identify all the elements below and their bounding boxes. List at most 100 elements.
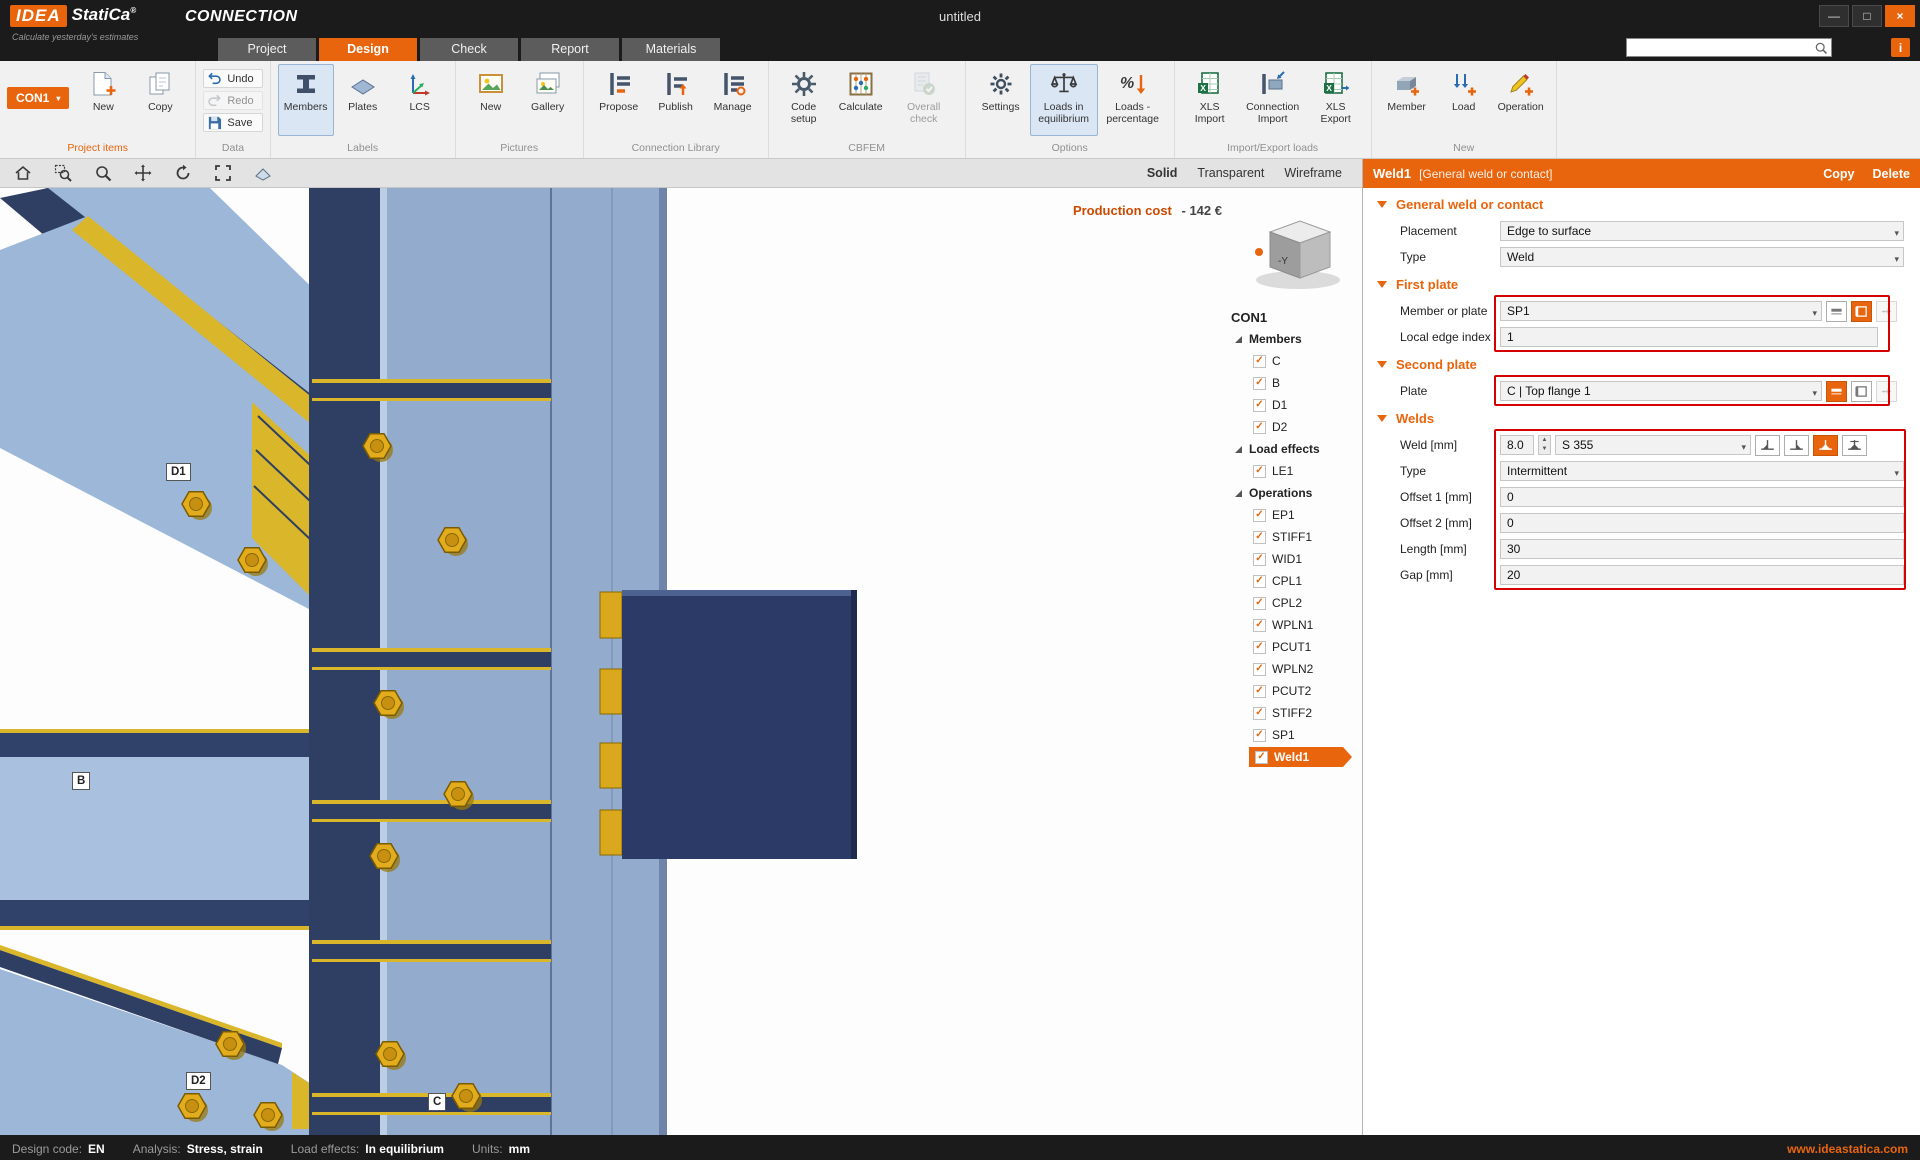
local-edge-index-input[interactable]: 1 [1500,327,1878,347]
tree-item-pcut2[interactable]: PCUT2 [1225,680,1362,702]
weld-both-button[interactable] [1813,435,1838,456]
lcs-button[interactable]: LCS [392,64,448,136]
publish-button[interactable]: Publish [648,64,704,136]
con1-selector[interactable]: CON1▾ [7,87,69,109]
loads-percentage-button[interactable]: %Loads - percentage [1099,64,1167,136]
tree-item-sp1[interactable]: SP1 [1225,724,1362,746]
checkbox-icon[interactable] [1253,399,1266,412]
search-icon[interactable] [1814,41,1828,55]
rotate-icon[interactable] [174,164,192,182]
type-select[interactable]: Intermittent▾ [1500,461,1904,481]
gap-mm-input[interactable]: 20 [1500,565,1904,585]
weld-size-spinner[interactable]: ▲▼ [1538,435,1551,455]
edge-sym-button[interactable] [1851,381,1872,402]
checkbox-icon[interactable] [1253,619,1266,632]
checkbox-icon[interactable] [1253,597,1266,610]
close-button[interactable]: × [1885,5,1915,27]
calculate-button[interactable]: Calculate [833,64,889,136]
checkbox-icon[interactable] [1255,751,1268,764]
loads-in-equilibrium-button[interactable]: Loads in equilibrium [1030,64,1098,136]
type-select[interactable]: Weld▾ [1500,247,1904,267]
info-button[interactable]: i [1891,38,1910,57]
clip-icon[interactable] [254,164,272,182]
tree-item-wid1[interactable]: WID1 [1225,548,1362,570]
weld-right-button[interactable] [1784,435,1809,456]
weld-all-button[interactable] [1842,435,1867,456]
new-button[interactable]: New [75,64,131,136]
checkbox-icon[interactable] [1253,729,1266,742]
section-welds[interactable]: Welds [1363,404,1920,432]
plate-sym-button[interactable] [1826,301,1847,322]
search-input[interactable] [1627,42,1814,54]
tab-report[interactable]: Report [521,38,619,61]
widener-plate[interactable] [600,590,857,859]
member-button[interactable]: Member [1379,64,1435,136]
offset-1-mm-input[interactable]: 0 [1500,487,1904,507]
tree-item-wpln1[interactable]: WPLN1 [1225,614,1362,636]
zoom-window-icon[interactable] [54,164,72,182]
checkbox-icon[interactable] [1253,355,1266,368]
tree-item-cpl1[interactable]: CPL1 [1225,570,1362,592]
section-second-plate[interactable]: Second plate [1363,350,1920,378]
checkbox-icon[interactable] [1253,465,1266,478]
section-general-weld-or-contact[interactable]: General weld or contact [1363,190,1920,218]
home-icon[interactable] [14,164,32,182]
checkbox-icon[interactable] [1253,531,1266,544]
save-button[interactable]: Save [203,113,262,132]
propose-button[interactable]: Propose [591,64,647,136]
plate-sym-button[interactable] [1826,381,1847,402]
website-link[interactable]: www.ideastatica.com [1787,1142,1908,1156]
pan-icon[interactable] [134,164,152,182]
tree-item-wpln2[interactable]: WPLN2 [1225,658,1362,680]
tab-materials[interactable]: Materials [622,38,720,61]
weld-size-input[interactable]: 8.0 [1500,435,1534,455]
tree-item-le1[interactable]: LE1 [1225,460,1362,482]
member-or-plate-select[interactable]: SP1▾ [1500,301,1822,321]
tree-root-con1[interactable]: CON1 [1225,306,1362,328]
tree-item-c[interactable]: C [1225,350,1362,372]
copy-button[interactable]: Copy [132,64,188,136]
tree-group-load-effects[interactable]: Load effects [1225,438,1362,460]
tree-item-stiff2[interactable]: STIFF2 [1225,702,1362,724]
tree-item-weld1[interactable]: Weld1 [1225,746,1362,768]
new-button[interactable]: New [463,64,519,136]
maximize-button[interactable]: □ [1852,5,1882,27]
tree-group-members[interactable]: Members [1225,328,1362,350]
tree-item-d1[interactable]: D1 [1225,394,1362,416]
delete-button[interactable]: Delete [1872,167,1910,181]
beam-b[interactable] [0,729,312,930]
length-mm-input[interactable]: 30 [1500,539,1904,559]
gallery-button[interactable]: Gallery [520,64,576,136]
checkbox-icon[interactable] [1253,421,1266,434]
manage-button[interactable]: Manage [705,64,761,136]
checkbox-icon[interactable] [1253,641,1266,654]
members-button[interactable]: Members [278,64,334,136]
checkbox-icon[interactable] [1253,377,1266,390]
checkbox-icon[interactable] [1253,663,1266,676]
operation-button[interactable]: Operation [1493,64,1549,136]
connection-import-button[interactable]: Connection Import [1239,64,1307,136]
xls-export-button[interactable]: XXLS Export [1308,64,1364,136]
placement-select[interactable]: Edge to surface▾ [1500,221,1904,241]
tab-project[interactable]: Project [218,38,316,61]
tree-group-operations[interactable]: Operations [1225,482,1362,504]
minimize-button[interactable]: — [1819,5,1849,27]
tree-item-pcut1[interactable]: PCUT1 [1225,636,1362,658]
checkbox-icon[interactable] [1253,509,1266,522]
tree-item-cpl2[interactable]: CPL2 [1225,592,1362,614]
tree-item-d2[interactable]: D2 [1225,416,1362,438]
weld-material-select[interactable]: S 355▾ [1555,435,1751,455]
plates-button[interactable]: Plates [335,64,391,136]
tab-design[interactable]: Design [319,38,417,61]
plate-select[interactable]: C | Top flange 1▾ [1500,381,1822,401]
checkbox-icon[interactable] [1253,553,1266,566]
undo-button[interactable]: Undo [203,69,262,88]
checkbox-icon[interactable] [1253,707,1266,720]
tree-item-ep1[interactable]: EP1 [1225,504,1362,526]
fit-icon[interactable] [214,164,232,182]
tab-check[interactable]: Check [420,38,518,61]
checkbox-icon[interactable] [1253,685,1266,698]
offset-2-mm-input[interactable]: 0 [1500,513,1904,533]
edge-sym-button[interactable] [1851,301,1872,322]
weld-left-button[interactable] [1755,435,1780,456]
